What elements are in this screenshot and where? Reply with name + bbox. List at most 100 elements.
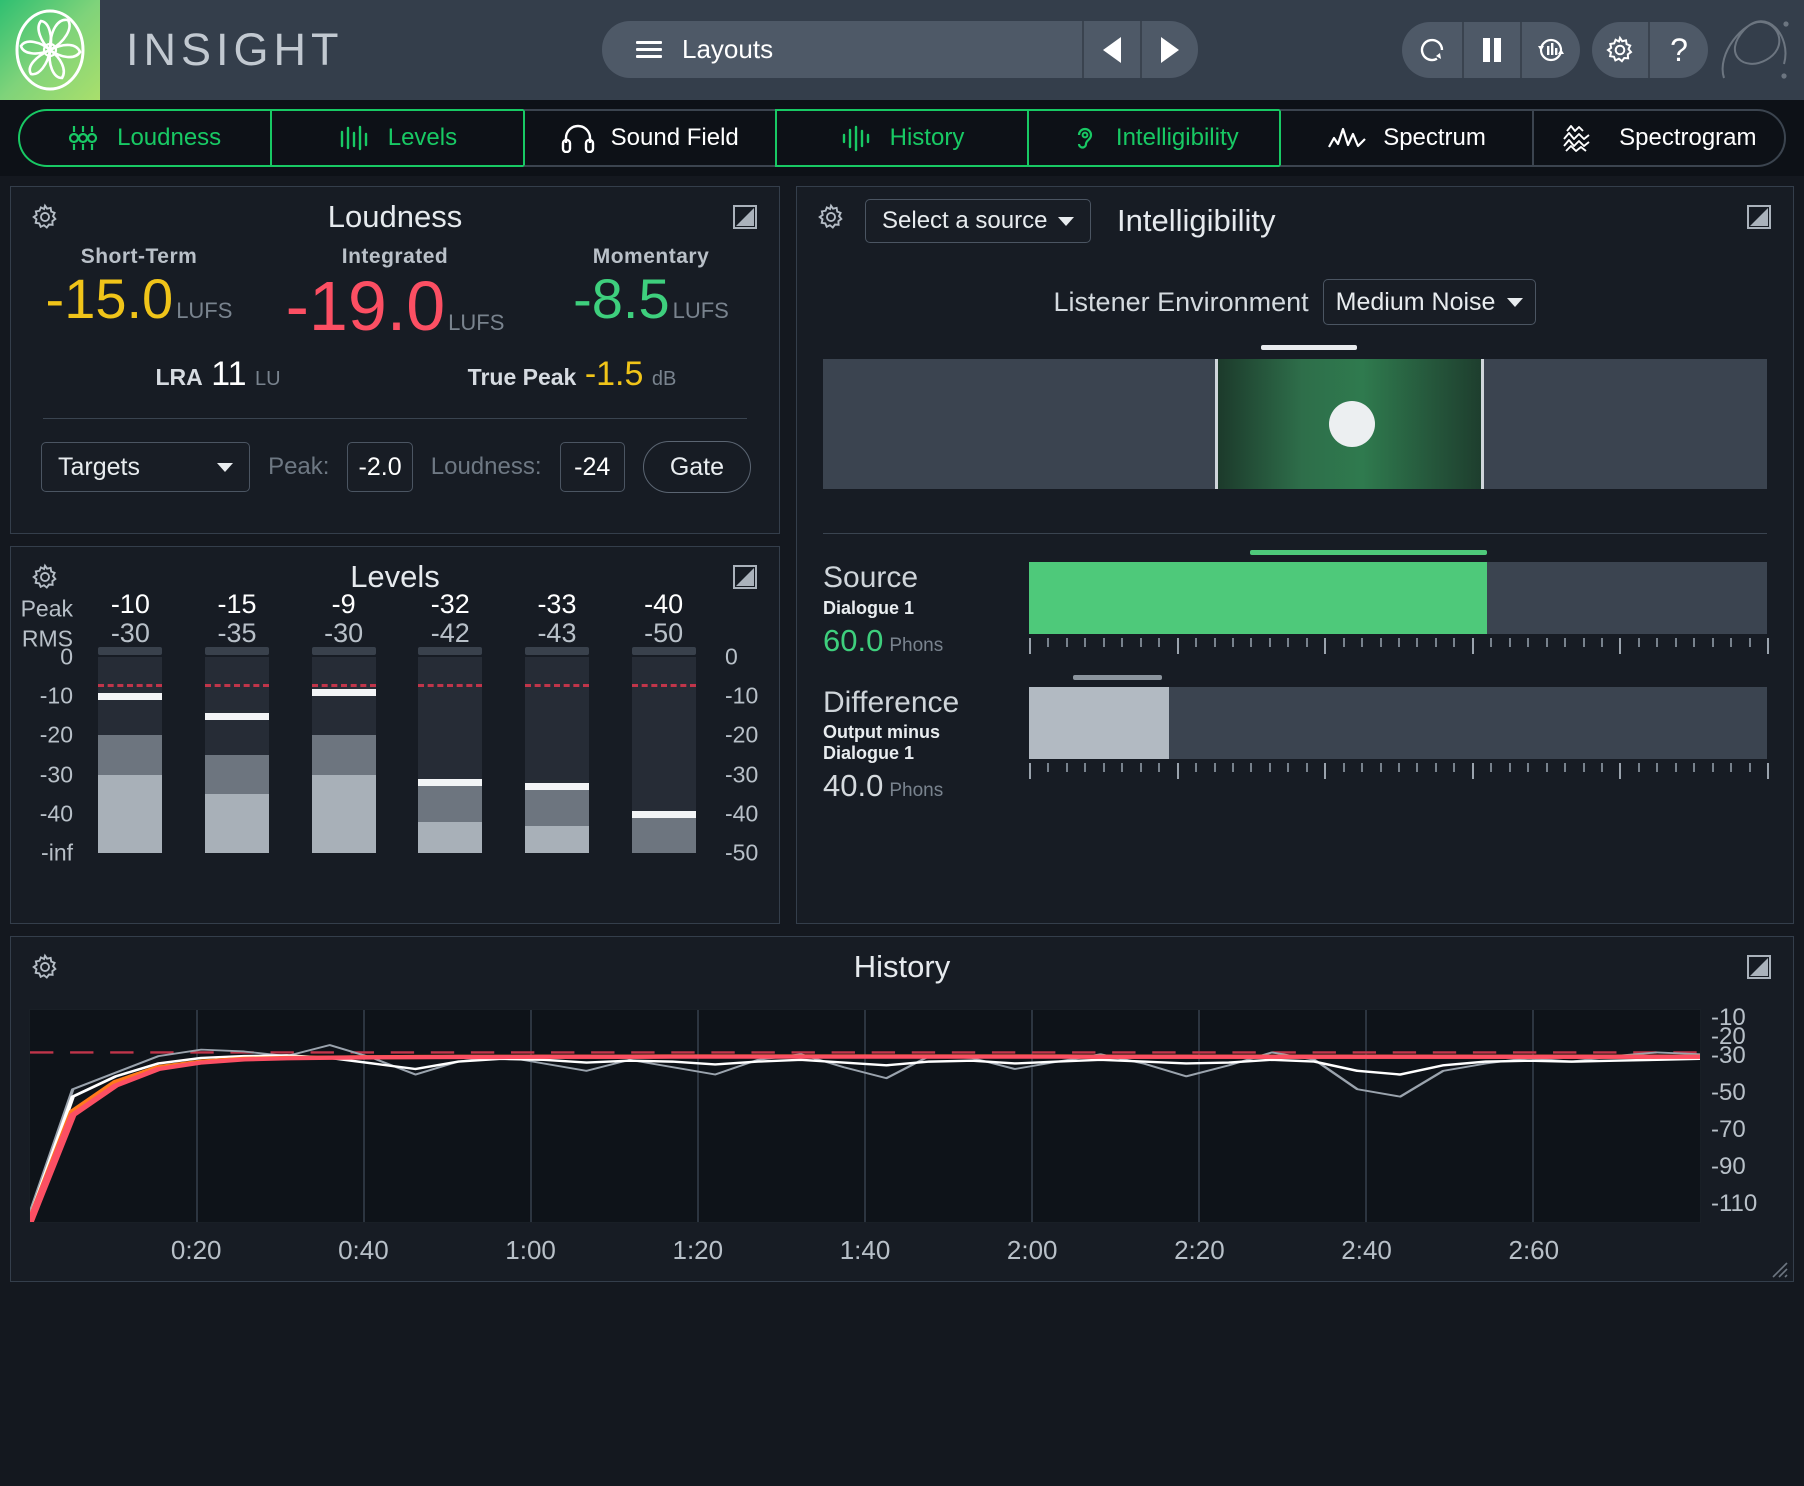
intelligibility-settings-button[interactable] — [815, 201, 847, 238]
levels-settings-button[interactable] — [29, 561, 61, 598]
lra-label: LRA — [155, 364, 202, 390]
history-bars-icon — [840, 124, 874, 152]
history-panel: History -10-20-30-50-70-90-110 0:200:401… — [10, 936, 1794, 1282]
reset-meters-button[interactable] — [1522, 22, 1580, 78]
pause-button[interactable] — [1464, 22, 1522, 78]
true-peak-value: -1.5 — [585, 355, 644, 393]
tab-history[interactable]: History — [775, 109, 1027, 167]
levels-expand-button[interactable] — [731, 563, 759, 596]
history-settings-button[interactable] — [29, 951, 61, 988]
intelligibility-bar-name: Difference — [823, 687, 1013, 719]
history-x-tick: 2:60 — [1508, 1235, 1559, 1266]
levels-peak-line — [632, 811, 696, 818]
peak-target-input[interactable]: -2.0 — [347, 442, 412, 492]
levels-channel-c[interactable]: -15-35C — [205, 647, 269, 921]
intelligibility-bar-info: SourceDialogue 160.0Phons — [823, 562, 1013, 659]
levels-meter-bar — [98, 657, 162, 853]
intelligibility-bar-source: SourceDialogue 160.0Phons — [797, 534, 1793, 659]
levels-channel-lfe[interactable]: -40-50LFE — [632, 647, 696, 921]
resize-grip-icon[interactable] — [1767, 1257, 1789, 1279]
intelligibility-gauge[interactable] — [823, 359, 1767, 489]
source-select[interactable]: Select a source — [865, 199, 1091, 243]
intelligibility-expand-button[interactable] — [1745, 203, 1773, 236]
history-expand-button[interactable] — [1745, 953, 1773, 986]
intelligibility-bar-unit: Phons — [889, 635, 943, 656]
intelligibility-bars: SourceDialogue 160.0PhonsDifferenceOutpu… — [797, 534, 1793, 804]
tab-spectrogram[interactable]: Spectrogram — [1532, 109, 1786, 167]
levels-meter-group: -10-30L -15-35C -9-30R -32-42Ls -33-43Rs -40-… — [77, 647, 717, 921]
levels-channel-ls[interactable]: -32-42Ls — [418, 647, 482, 921]
help-button[interactable]: ? — [1650, 22, 1708, 78]
settings-button[interactable] — [1592, 22, 1650, 78]
list-icon — [636, 41, 662, 58]
loudness-readout-integrated: Integrated -19.0LUFS — [267, 245, 523, 341]
levels-rms-fill — [632, 814, 696, 853]
tab-loudness[interactable]: Loudness — [18, 109, 270, 167]
levels-peak-line — [525, 783, 589, 790]
levels-left-tick: -20 — [40, 722, 73, 749]
intelligibility-bar-area[interactable] — [1029, 562, 1767, 654]
momentary-value: -8.5 — [573, 267, 670, 330]
intelligibility-bar-track — [1029, 687, 1767, 759]
loudness-expand-button[interactable] — [731, 203, 759, 236]
history-title: History — [11, 937, 1793, 985]
tab-levels[interactable]: Levels — [270, 109, 522, 167]
layout-previous-button[interactable] — [1082, 21, 1140, 78]
history-plot[interactable] — [29, 1009, 1701, 1223]
listener-environment-select[interactable]: Medium Noise — [1323, 279, 1537, 325]
main-stage: Loudness Short-Term -15.0LUFS Integrated… — [0, 176, 1804, 924]
chevron-down-icon — [1507, 298, 1523, 307]
levels-channel-rs[interactable]: -33-43Rs — [525, 647, 589, 921]
question-mark-icon: ? — [1670, 34, 1688, 66]
history-chart — [30, 1010, 1700, 1222]
levels-target-line — [525, 684, 589, 687]
levels-right-tick: -20 — [725, 722, 758, 749]
reset-button[interactable] — [1402, 22, 1464, 78]
gate-button[interactable]: Gate — [643, 441, 751, 493]
levels-peak-value: -15 — [205, 591, 269, 618]
intelligibility-bar-value: 60.0Phons — [823, 623, 1013, 659]
history-y-tick: -70 — [1711, 1116, 1746, 1144]
levels-meter-bar — [205, 657, 269, 853]
layouts-button[interactable]: Layouts — [602, 21, 1082, 78]
targets-select[interactable]: Targets — [41, 442, 250, 492]
history-x-tick: 1:40 — [840, 1235, 891, 1266]
lra-readout: LRA 11 LU — [41, 355, 395, 394]
levels-left-axis: Peak RMS 0-10-20-30-40-inf — [11, 647, 77, 921]
levels-panel: Levels Peak RMS 0-10-20-30-40-inf -10-30… — [10, 546, 780, 924]
spectrogram-icon — [1561, 123, 1603, 153]
loudness-secondary-readouts: LRA 11 LU True Peak -1.5 dB — [11, 355, 779, 394]
history-x-axis: 0:200:401:001:201:402:002:202:402:60 — [29, 1229, 1701, 1273]
chevron-down-icon — [1058, 217, 1074, 226]
levels-channel-l[interactable]: -10-30L — [98, 647, 162, 921]
levels-lower-fill — [98, 775, 162, 853]
levels-left-tick: -40 — [40, 800, 73, 827]
levels-bars-icon — [338, 124, 372, 152]
history-y-tick: -110 — [1711, 1190, 1757, 1218]
levels-meter-cap — [312, 647, 376, 655]
intelligibility-bar-track — [1029, 562, 1767, 634]
loudness-readout-short-term: Short-Term -15.0LUFS — [11, 245, 267, 341]
levels-channel-readouts: -15-35 — [205, 591, 269, 648]
integrated-label: Integrated — [267, 245, 523, 269]
true-peak-readout: True Peak -1.5 dB — [395, 355, 749, 394]
tab-sound-field[interactable]: Sound Field — [523, 109, 775, 167]
intelligibility-bar-ruler — [1029, 763, 1767, 779]
tab-intelligibility[interactable]: Intelligibility — [1027, 109, 1279, 167]
levels-channel-r[interactable]: -9-30R — [312, 647, 376, 921]
loudness-targets-row: Targets Peak: -2.0 Loudness: -24 Gate — [11, 419, 779, 493]
layout-next-button[interactable] — [1140, 21, 1198, 78]
intelligibility-header: Select a source Intelligibility — [797, 187, 1793, 243]
gear-icon — [29, 951, 61, 983]
levels-peak-value: -10 — [98, 591, 162, 618]
levels-right-tick: -30 — [725, 761, 758, 788]
intelligibility-bar-area[interactable] — [1029, 687, 1767, 779]
loudness-readout-momentary: Momentary -8.5LUFS — [523, 245, 779, 341]
loudness-settings-button[interactable] — [29, 201, 61, 238]
loudness-target-input[interactable]: -24 — [560, 442, 625, 492]
levels-channel-readouts: -32-42 — [418, 591, 482, 648]
tab-spectrum[interactable]: Spectrum — [1279, 109, 1531, 167]
levels-meter-cap — [418, 647, 482, 655]
levels-meter-bar — [312, 657, 376, 853]
levels-meters-body: Peak RMS 0-10-20-30-40-inf -10-30L -15-35… — [11, 595, 779, 921]
